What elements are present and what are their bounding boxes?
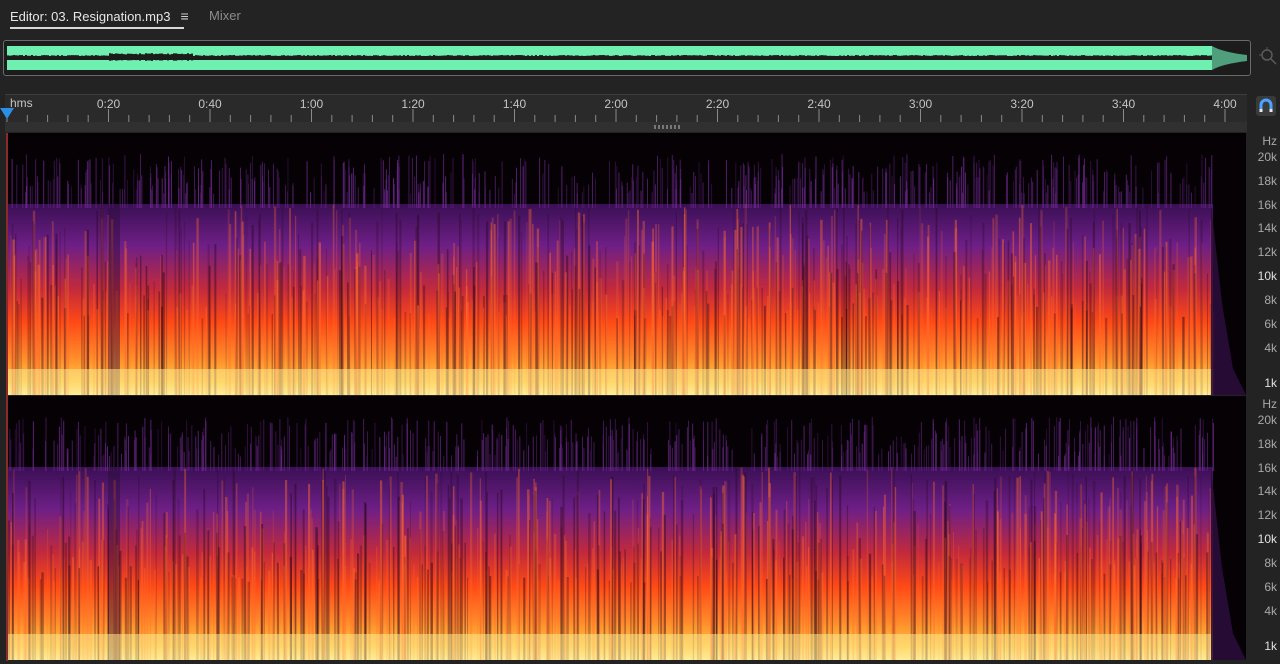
frequency-tick-label: 20k bbox=[1257, 150, 1277, 164]
snap-button[interactable] bbox=[1256, 96, 1276, 116]
time-tick-label: 0:20 bbox=[97, 97, 121, 111]
spectrogram-left bbox=[8, 154, 1246, 395]
spectrogram-right bbox=[8, 417, 1246, 660]
time-tick-label: 1:40 bbox=[503, 97, 527, 111]
frequency-tick-label: 10k bbox=[1257, 269, 1277, 283]
magnet-snap-icon bbox=[1259, 98, 1273, 112]
frequency-unit-label: Hz bbox=[1262, 134, 1277, 148]
frequency-tick-label: 12k bbox=[1257, 245, 1277, 259]
spectral-display-left-channel[interactable] bbox=[8, 133, 1246, 395]
panel-menu-icon[interactable]: ≡ bbox=[180, 8, 188, 24]
time-tick-label: 3:20 bbox=[1010, 97, 1034, 111]
time-tick-label: 1:20 bbox=[401, 97, 425, 111]
frequency-tick-label: 1k bbox=[1264, 639, 1277, 653]
time-ruler-ticks: 0:20 0:40 1:00 1:20 1:40 2:00 2:20 2:40 3:00 3:20… bbox=[6, 97, 1237, 122]
frequency-tick-label: 6k bbox=[1264, 580, 1277, 594]
tab-editor-label: Editor: 03. Resignation.mp3 bbox=[10, 9, 171, 24]
frequency-scale-left[interactable]: Hz 20k 18k 16k 14k 12k 10k 8k 6k 4k 1k bbox=[1248, 133, 1280, 395]
frequency-tick-label: 16k bbox=[1257, 461, 1277, 475]
time-tick-label: 1:00 bbox=[300, 97, 324, 111]
frequency-tick-label: 18k bbox=[1257, 437, 1277, 451]
spectral-display-right-channel[interactable] bbox=[8, 396, 1246, 660]
zoom-navigator-icon[interactable] bbox=[1258, 46, 1278, 66]
playhead-marker-icon[interactable] bbox=[0, 108, 14, 119]
frequency-tick-label: 14k bbox=[1257, 484, 1277, 498]
time-tick-label: 2:40 bbox=[807, 97, 831, 111]
frequency-tick-label: 20k bbox=[1257, 413, 1277, 427]
frequency-tick-label: 14k bbox=[1257, 221, 1277, 235]
time-tick-label: 0:40 bbox=[198, 97, 222, 111]
time-tick-label: 3:40 bbox=[1112, 97, 1136, 111]
frequency-tick-label: 6k bbox=[1264, 317, 1277, 331]
time-tick-label: 2:20 bbox=[706, 97, 730, 111]
time-tick-label: 2:00 bbox=[604, 97, 628, 111]
frequency-tick-label: 16k bbox=[1257, 198, 1277, 212]
frequency-scale-right[interactable]: Hz 20k 18k 16k 14k 12k 10k 8k 6k 4k 1k bbox=[1248, 396, 1280, 660]
overview-navigator[interactable] bbox=[3, 40, 1251, 76]
tab-editor[interactable]: Editor: 03. Resignation.mp3 ≡ bbox=[10, 8, 189, 24]
panel-divider bbox=[5, 122, 1247, 132]
time-ruler[interactable]: 0:20 0:40 1:00 1:20 1:40 2:00 2:20 2:40 3:00 3:20… bbox=[5, 94, 1247, 123]
frequency-tick-label: 8k bbox=[1264, 293, 1277, 307]
active-tab-indicator bbox=[10, 27, 184, 29]
time-tick-label: 3:00 bbox=[909, 97, 933, 111]
frequency-tick-label: 8k bbox=[1264, 556, 1277, 570]
frequency-tick-label: 4k bbox=[1264, 604, 1277, 618]
editor-tab-bar: Editor: 03. Resignation.mp3 ≡ Mixer bbox=[0, 0, 1280, 34]
resize-grip-icon[interactable] bbox=[654, 125, 682, 129]
overview-waveform bbox=[7, 46, 1247, 70]
frequency-tick-label: 1k bbox=[1264, 376, 1277, 390]
frequency-tick-label: 18k bbox=[1257, 174, 1277, 188]
tab-mixer[interactable]: Mixer bbox=[209, 8, 241, 23]
frequency-unit-label: Hz bbox=[1262, 397, 1277, 411]
frequency-tick-label: 10k bbox=[1257, 532, 1277, 546]
frequency-tick-label: 4k bbox=[1264, 341, 1277, 355]
time-tick-label: 4:00 bbox=[1213, 97, 1237, 111]
frequency-tick-label: 12k bbox=[1257, 508, 1277, 522]
